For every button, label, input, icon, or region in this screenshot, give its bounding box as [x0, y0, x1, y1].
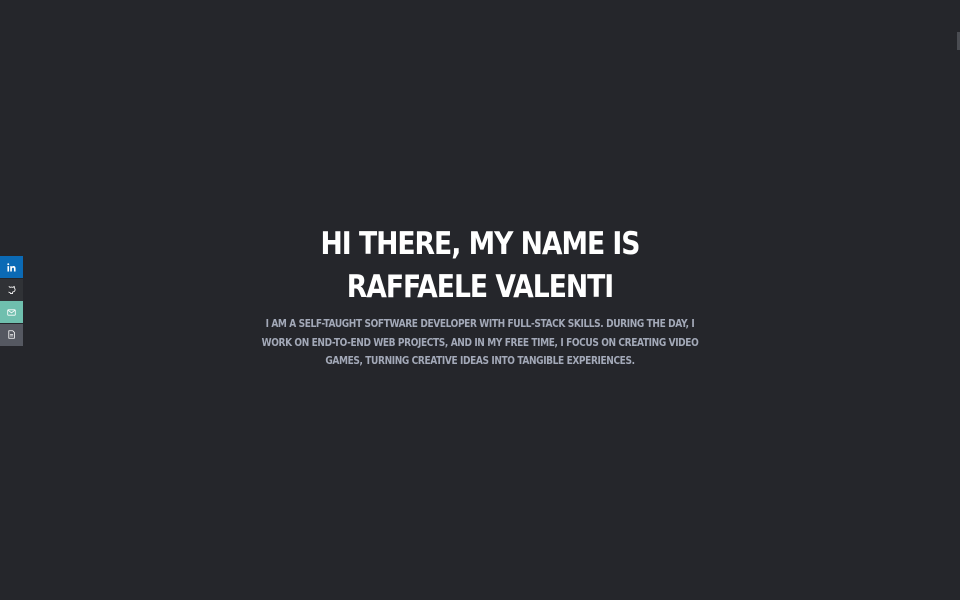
linkedin-button[interactable] [0, 256, 23, 278]
github-button[interactable] [0, 278, 23, 301]
hero-title: Hi there, my name is Raffaele Valenti [320, 226, 641, 306]
social-sidebar [0, 256, 23, 346]
linkedin-icon [7, 262, 16, 272]
hero-description: I am a self-taught software developer wi… [261, 318, 699, 368]
document-icon [8, 330, 15, 339]
email-button[interactable] [0, 301, 23, 323]
hero-section: Hi there, my name is Raffaele Valenti I … [0, 0, 960, 600]
resume-button[interactable] [0, 323, 23, 346]
mail-icon [7, 308, 16, 316]
github-icon [8, 285, 16, 294]
